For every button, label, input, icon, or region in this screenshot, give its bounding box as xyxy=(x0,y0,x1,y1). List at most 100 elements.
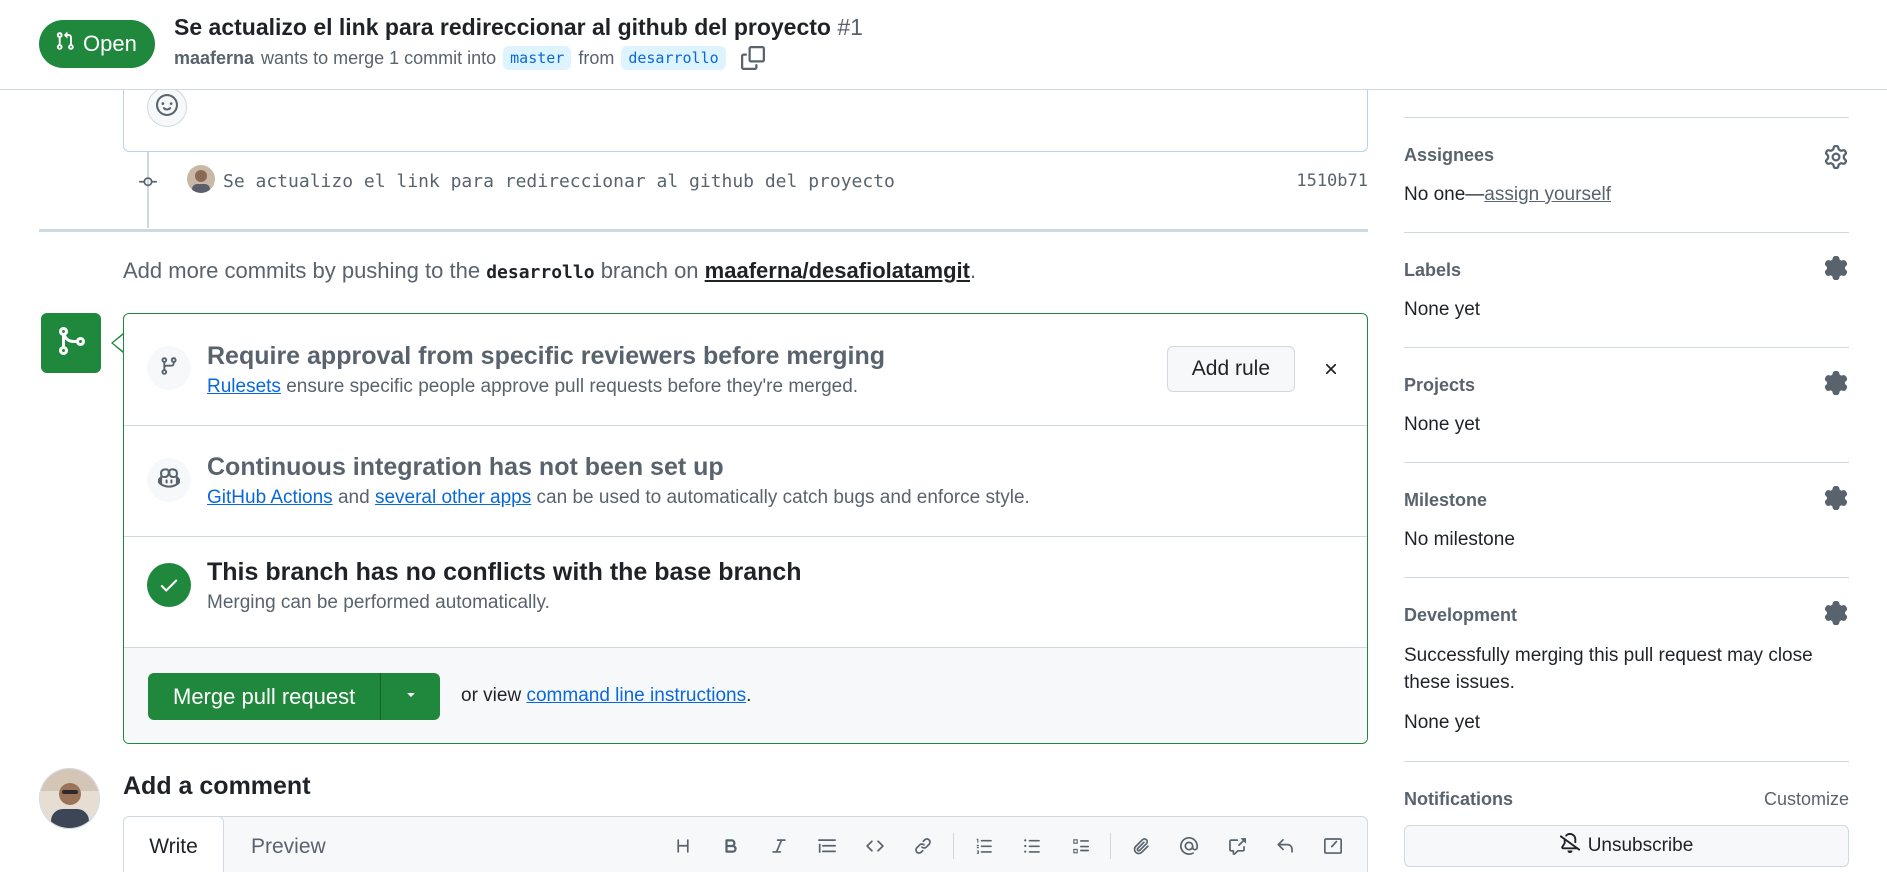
push-hint-prefix: Add more commits by pushing to the xyxy=(123,258,481,283)
bell-slash-icon xyxy=(1559,832,1580,859)
customize-link[interactable]: Customize xyxy=(1764,789,1849,810)
attach-icon[interactable] xyxy=(1117,830,1165,862)
development-heading: Development xyxy=(1404,605,1518,625)
gear-icon[interactable] xyxy=(1823,144,1849,170)
git-merge-icon xyxy=(55,325,87,362)
triangle-down-icon xyxy=(403,686,419,707)
copilot-icon xyxy=(158,467,180,494)
rulesets-link[interactable]: Rulesets xyxy=(207,376,281,397)
pr-number: #1 xyxy=(837,14,863,40)
command-line-instructions-link[interactable]: command line instructions xyxy=(526,685,746,706)
cross-reference-icon[interactable] xyxy=(1213,830,1261,862)
current-user-avatar[interactable] xyxy=(39,768,100,829)
git-pull-request-icon xyxy=(55,31,75,57)
merge-box-pointer-inner xyxy=(113,335,123,351)
commit-author-avatar[interactable] xyxy=(187,165,215,193)
ci-desc: GitHub Actions and several other apps ca… xyxy=(207,487,1030,509)
base-branch-tag[interactable]: master xyxy=(503,46,572,70)
ci-desc-text: can be used to automatically catch bugs … xyxy=(536,487,1030,508)
unsubscribe-label: Unsubscribe xyxy=(1587,835,1694,856)
merge-box: Require approval from specific reviewers… xyxy=(123,313,1368,744)
pr-sticky-header: Open Se actualizo el link para redirecci… xyxy=(0,0,1887,90)
git-commit-icon xyxy=(139,173,157,191)
notifications-heading: Notifications xyxy=(1404,789,1514,809)
sidebar-notifications: Notifications Customize xyxy=(1404,762,1849,822)
milestone-value: No milestone xyxy=(1404,529,1515,550)
git-branch-icon xyxy=(159,356,179,381)
other-apps-link[interactable]: several other apps xyxy=(375,487,531,508)
copy-icon[interactable] xyxy=(740,46,765,70)
gear-icon[interactable] xyxy=(1823,370,1849,396)
ci-title: Continuous integration has not been set … xyxy=(207,453,724,481)
github-actions-link[interactable]: GitHub Actions xyxy=(207,487,333,508)
assignees-value: No one—assign yourself xyxy=(1404,184,1611,206)
merge-text: wants to merge 1 commit into xyxy=(261,47,497,68)
sidebar-labels: Labels None yet xyxy=(1404,233,1849,348)
ci-and-text: and xyxy=(337,487,370,508)
head-branch-tag[interactable]: desarrollo xyxy=(621,46,726,70)
slash-command-icon[interactable] xyxy=(1309,830,1357,862)
quote-icon[interactable] xyxy=(803,830,851,862)
push-hint-middle: branch on xyxy=(600,258,699,283)
gear-icon[interactable] xyxy=(1823,485,1849,511)
merge-status-icon-box xyxy=(41,313,101,373)
ci-icon-circle xyxy=(147,458,191,502)
from-text: from xyxy=(578,47,615,68)
italic-icon[interactable] xyxy=(755,830,803,862)
assignees-heading: Assignees xyxy=(1404,145,1495,165)
merge-actions: Merge pull request or view command line … xyxy=(124,648,1367,743)
ordered-list-icon[interactable] xyxy=(960,830,1008,862)
gear-icon[interactable] xyxy=(1823,255,1849,281)
tab-preview[interactable]: Preview xyxy=(251,835,326,859)
tab-write[interactable]: Write xyxy=(123,816,224,872)
repo-link[interactable]: maaferna/desafiolatamgit xyxy=(705,258,970,283)
reply-icon[interactable] xyxy=(1261,830,1309,862)
heading-icon[interactable] xyxy=(659,830,707,862)
check-icon xyxy=(147,563,191,607)
pr-title-text: Se actualizo el link para redireccionar … xyxy=(174,14,831,40)
or-view-text: or view xyxy=(461,685,522,706)
unordered-list-icon[interactable] xyxy=(1008,830,1056,862)
milestone-heading: Milestone xyxy=(1404,490,1488,510)
pr-title: Se actualizo el link para redireccionar … xyxy=(174,14,863,41)
require-reviewers-section: Require approval from specific reviewers… xyxy=(124,314,1367,426)
assignees-none-text: No one— xyxy=(1404,184,1485,205)
comment-editor-header: Write Preview xyxy=(123,816,1368,872)
development-value: None yet xyxy=(1404,712,1481,733)
commit-message-link[interactable]: Se actualizo el link para redireccionar … xyxy=(223,171,895,192)
bold-icon[interactable] xyxy=(707,830,755,862)
assign-yourself-link[interactable]: assign yourself xyxy=(1484,184,1611,205)
pr-state-label: Open xyxy=(83,31,137,56)
merge-method-dropdown[interactable] xyxy=(381,673,440,720)
link-icon[interactable] xyxy=(899,830,947,862)
sidebar-assignees: Assignees No one—assign yourself xyxy=(1404,118,1849,233)
sidebar-projects: Projects None yet xyxy=(1404,348,1849,463)
push-hint-branch: desarrollo xyxy=(486,262,595,283)
add-comment-title: Add a comment xyxy=(123,772,311,800)
smiley-icon xyxy=(156,93,178,121)
task-list-icon[interactable] xyxy=(1056,830,1104,862)
labels-value: None yet xyxy=(1404,299,1481,320)
add-reaction-button[interactable] xyxy=(147,87,187,127)
projects-value: None yet xyxy=(1404,414,1481,435)
mention-icon[interactable] xyxy=(1165,830,1213,862)
sidebar-development: Development Successfully merging this pu… xyxy=(1404,578,1849,762)
branch-rule-icon-circle xyxy=(147,346,191,390)
conflicts-title: This branch has no conflicts with the ba… xyxy=(207,558,802,586)
close-icon[interactable] xyxy=(1319,357,1343,381)
labels-heading: Labels xyxy=(1404,260,1462,280)
push-hint-suffix: . xyxy=(969,258,977,283)
gear-icon[interactable] xyxy=(1823,600,1849,626)
push-hint: Add more commits by pushing to the desar… xyxy=(123,258,976,284)
timeline-end-divider xyxy=(39,229,1368,232)
add-rule-button[interactable]: Add rule xyxy=(1166,346,1295,392)
toolbar-separator xyxy=(953,833,954,859)
pr-author-link[interactable]: maaferna xyxy=(174,48,254,69)
code-icon[interactable] xyxy=(851,830,899,862)
toolbar-separator xyxy=(1110,833,1111,859)
unsubscribe-button[interactable]: Unsubscribe xyxy=(1404,825,1849,867)
merge-pull-request-button[interactable]: Merge pull request xyxy=(148,673,382,720)
commit-sha-link[interactable]: 1510b71 xyxy=(1296,171,1368,191)
conflicts-desc: Merging can be performed automatically. xyxy=(207,592,550,613)
markdown-toolbar xyxy=(659,830,1357,862)
